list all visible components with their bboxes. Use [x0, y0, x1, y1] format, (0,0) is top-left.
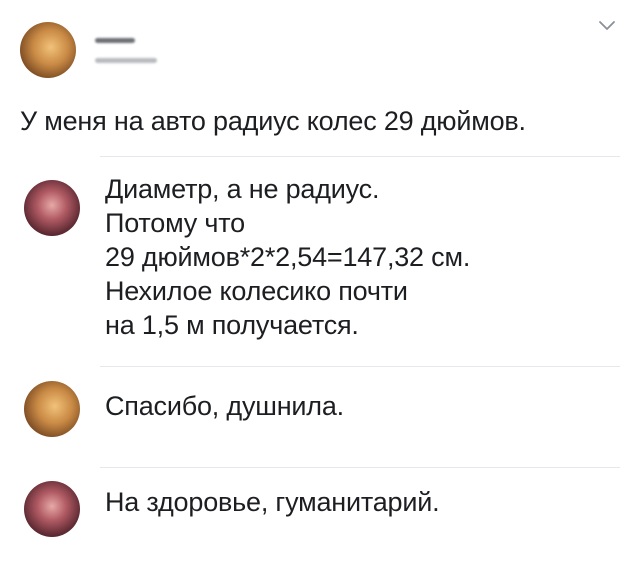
- comment-avatar[interactable]: [24, 180, 80, 236]
- comment-line: Спасибо, душнила.: [105, 391, 344, 421]
- comment-text: Диаметр, а не радиус. Потому что 29 дюйм…: [105, 172, 470, 342]
- comment-text: Спасибо, душнила.: [105, 389, 344, 423]
- chevron-down-icon[interactable]: [598, 20, 616, 32]
- comment-line: Потому что: [105, 208, 245, 238]
- comment-avatar[interactable]: [24, 481, 80, 537]
- author-name-blurred[interactable]: [95, 38, 135, 43]
- comment-avatar[interactable]: [24, 381, 80, 437]
- post-header: [0, 0, 640, 90]
- author-avatar[interactable]: [20, 22, 76, 78]
- comment-line: на 1,5 м получается.: [105, 310, 359, 340]
- divider: [100, 467, 620, 468]
- comment-line: Диаметр, а не радиус.: [105, 174, 380, 204]
- post-text: У меня на авто радиус колес 29 дюймов.: [20, 106, 526, 136]
- comment-line: 29 дюймов*2*2,54=147,32 см.: [105, 242, 471, 272]
- comment-line: На здоровье, гуманитарий.: [105, 487, 440, 517]
- comment-line: Нехилое колесико почти: [105, 276, 408, 306]
- post-date-blurred: [95, 58, 157, 63]
- divider: [100, 366, 620, 367]
- comment-text: На здоровье, гуманитарий.: [105, 485, 440, 519]
- divider: [100, 156, 620, 157]
